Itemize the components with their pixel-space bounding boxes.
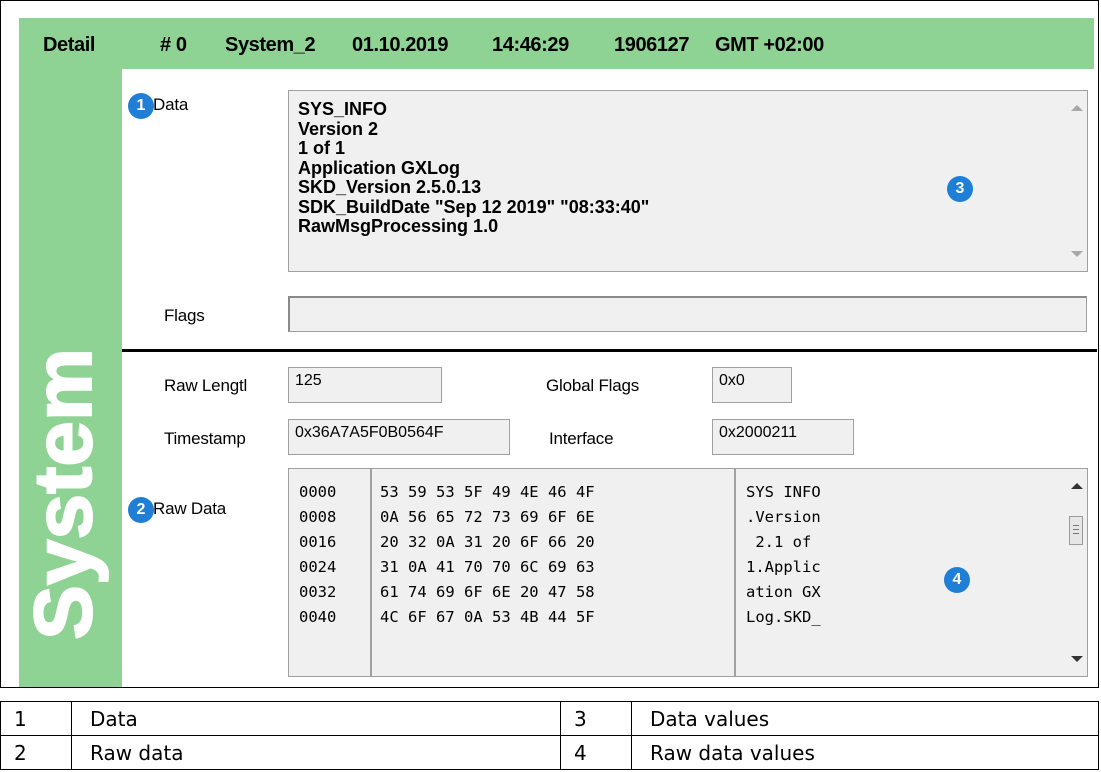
raw-hex-line: 4C 6F 67 0A 53 4B 44 5F xyxy=(380,608,595,626)
callout-badge-3: 3 xyxy=(947,176,973,202)
raw-data-label: Raw Data xyxy=(153,499,227,518)
raw-length-field[interactable]: 125 xyxy=(288,367,442,403)
detail-header-bar: Detail # 0 System_2 01.10.2019 14:46:29 … xyxy=(19,18,1094,69)
legend-number: 2 xyxy=(0,735,72,770)
callout-badge-2: 2 xyxy=(128,497,154,523)
data-label: Data xyxy=(153,95,189,114)
message-timezone: GMT +02:00 xyxy=(715,34,824,56)
raw-data-scrollbar[interactable] xyxy=(1066,469,1087,676)
raw-offset-column: 0000 0008 0016 0024 0032 0040 xyxy=(288,468,371,677)
raw-hex-column[interactable]: 53 59 53 5F 49 4E 46 4F 0A 56 65 72 73 69… xyxy=(371,468,735,677)
data-line: SYS_INFO xyxy=(298,99,388,119)
message-source: System_2 xyxy=(225,34,316,56)
legend-number: 1 xyxy=(0,701,72,736)
flags-label: Flags xyxy=(164,306,205,325)
data-line: 1 of 1 xyxy=(298,138,346,158)
data-scrollbar[interactable] xyxy=(1066,91,1087,271)
sidebar-title: System xyxy=(21,347,110,641)
message-ticks: 1906127 xyxy=(614,34,690,56)
interface-label: Interface xyxy=(549,429,614,448)
data-line: Application GXLog xyxy=(298,157,460,178)
raw-offset: 0040 xyxy=(299,608,337,626)
detail-label: Detail xyxy=(43,34,96,56)
raw-offset: 0024 xyxy=(299,558,337,576)
data-line: SDK_BuildDate "Sep 12 2019" "08:33:40" xyxy=(298,196,650,217)
section-divider xyxy=(122,349,1097,352)
raw-hex-line: 53 59 53 5F 49 4E 46 4F xyxy=(380,483,595,501)
legend-row: 2 Raw data 4 Raw data values xyxy=(0,735,1099,770)
scroll-up-icon[interactable] xyxy=(1071,483,1083,489)
legend-text: Data xyxy=(71,701,561,736)
message-index: # 0 xyxy=(160,34,187,56)
callout-badge-4: 4 xyxy=(944,567,970,593)
detail-panel: Detail # 0 System_2 01.10.2019 14:46:29 … xyxy=(0,0,1099,688)
data-line: SKD_Version 2.5.0.13 xyxy=(298,177,482,197)
scroll-down-icon[interactable] xyxy=(1071,251,1083,257)
message-date: 01.10.2019 xyxy=(352,34,449,56)
global-flags-label: Global Flags xyxy=(546,376,640,395)
raw-hex-line: 0A 56 65 72 73 69 6F 6E xyxy=(380,508,595,526)
category-sidebar: System xyxy=(19,69,122,687)
legend-text: Raw data values xyxy=(631,735,1099,770)
legend-number: 3 xyxy=(560,701,632,736)
raw-offset: 0016 xyxy=(299,533,337,551)
timestamp-field[interactable]: 0x36A7A5F0B0564F xyxy=(288,419,510,455)
scroll-thumb[interactable] xyxy=(1069,516,1083,545)
timestamp-label: Timestamp xyxy=(164,429,246,448)
raw-ascii-column[interactable]: SYS INFO .Version 2.1 of 1.Applic ation GX L… xyxy=(735,468,1088,677)
raw-offset: 0000 xyxy=(299,483,337,501)
raw-hex-line: 31 0A 41 70 70 6C 69 63 xyxy=(380,558,595,576)
scroll-up-icon[interactable] xyxy=(1071,105,1083,111)
raw-offset: 0008 xyxy=(299,508,337,526)
raw-hex-line: 20 32 0A 31 20 6F 66 20 xyxy=(380,533,595,551)
data-textbox[interactable]: SYS_INFO Version 21 of 1 Application GXLog… xyxy=(288,90,1088,272)
raw-offsets: 0000 0008 0016 0024 0032 0040 xyxy=(299,480,336,630)
message-time: 14:46:29 xyxy=(492,34,569,56)
legend-text: Data values xyxy=(631,701,1099,736)
flags-field[interactable] xyxy=(288,296,1087,332)
raw-ascii-values: SYS INFO .Version 2.1 of 1.Applic ation GX L… xyxy=(746,480,821,630)
raw-length-label: Raw Lengtl xyxy=(164,376,248,395)
callout-legend-table: 1 Data 3 Data values 2 Raw data 4 Raw da… xyxy=(0,701,1099,770)
data-line: Version 2 xyxy=(298,118,379,139)
scroll-down-icon[interactable] xyxy=(1071,656,1083,662)
interface-field[interactable]: 0x2000211 xyxy=(712,419,854,455)
raw-offset: 0032 xyxy=(299,583,337,601)
raw-ascii-line: SYS INFO xyxy=(746,483,821,501)
raw-hex-values: 53 59 53 5F 49 4E 46 4F 0A 56 65 72 73 69… xyxy=(380,480,595,630)
raw-ascii-line: 2.1 of xyxy=(746,533,812,551)
legend-row: 1 Data 3 Data values xyxy=(0,701,1099,736)
raw-ascii-line: Log.SKD_ xyxy=(746,608,821,626)
legend-number: 4 xyxy=(560,735,632,770)
raw-ascii-line: ation GX xyxy=(746,583,821,601)
raw-ascii-line: .Version xyxy=(746,508,821,526)
svg-text:System: System xyxy=(21,348,109,640)
callout-badge-1: 1 xyxy=(128,93,154,119)
data-line: RawMsgProcessing 1.0 xyxy=(298,216,499,236)
raw-hex-line: 61 74 69 6F 6E 20 47 58 xyxy=(380,583,595,601)
legend-text: Raw data xyxy=(71,735,561,770)
global-flags-field[interactable]: 0x0 xyxy=(712,367,792,403)
raw-ascii-line: 1.Applic xyxy=(746,558,821,576)
data-values: SYS_INFO Version 21 of 1 Application GXLog… xyxy=(298,99,650,237)
